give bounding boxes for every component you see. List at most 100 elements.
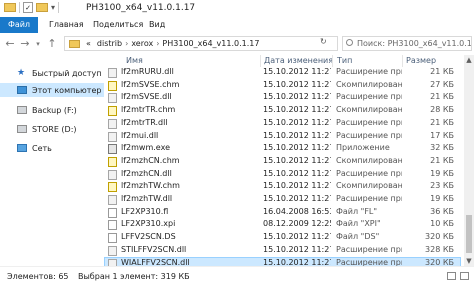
file-type: Файл "FL" — [336, 206, 378, 216]
file-name: lf2mzhCN.chm — [121, 155, 180, 165]
file-date: 15.10.2012 11:27 — [263, 130, 331, 140]
file-size: 21 КБ — [430, 92, 454, 102]
file-name: WIALFFV2SCN.dll — [121, 257, 190, 267]
dll-file-icon — [108, 131, 117, 142]
sidebar-item-this-pc[interactable]: Этот компьютер — [0, 83, 104, 97]
file-type: Расширение при... — [336, 67, 402, 76]
table-row[interactable]: lf2mzhTW.chm 15.10.2012 11:27 Скомпилирова… — [104, 180, 461, 193]
breadcrumb-overflow[interactable]: « — [83, 39, 94, 48]
file-type: Скомпилирован... — [336, 105, 402, 115]
sidebar-item-label: STORE (D:) — [32, 124, 77, 134]
quick-access-toolbar: ✓ ▾ — [4, 2, 60, 13]
scroll-up-arrow-icon[interactable]: ▲ — [464, 55, 474, 65]
up-arrow-icon[interactable]: ↑ — [46, 37, 58, 51]
column-header-type[interactable]: Тип — [337, 56, 352, 65]
sidebar-item-label: Сеть — [32, 143, 52, 153]
column-header-date[interactable]: Дата изменения — [264, 56, 333, 65]
table-row[interactable]: STILFFV2SCN.dll 15.10.2012 11:27 Расширени… — [104, 244, 461, 257]
file-date: 15.10.2012 11:27 — [263, 194, 331, 203]
help-file-icon — [108, 182, 117, 193]
file-size: 19 КБ — [430, 168, 454, 178]
file-name: lf2mui.dll — [121, 130, 159, 140]
table-row[interactable]: lf2mtrTR.chm 15.10.2012 11:27 Скомпилирова… — [104, 104, 461, 117]
file-date: 15.10.2012 11:27 — [263, 117, 331, 127]
file-date: 15.10.2012 11:27 — [263, 168, 331, 178]
file-name: lf2mzhCN.dll — [121, 168, 172, 178]
breadcrumb-xerox[interactable]: xerox — [128, 39, 156, 48]
breadcrumb-distrib[interactable]: distrib — [94, 39, 125, 48]
column-header-name[interactable]: Имя — [126, 56, 143, 65]
table-row[interactable]: lf2mzhTW.dll 15.10.2012 11:27 Расширение п… — [104, 193, 461, 206]
file-icon — [108, 233, 117, 244]
scrollbar-thumb[interactable] — [466, 215, 472, 253]
help-file-icon — [108, 106, 117, 117]
table-row[interactable]: WIALFFV2SCN.dll 15.10.2012 11:27 Расширени… — [104, 256, 461, 267]
table-row[interactable]: LF2XP310.fl 16.04.2008 16:53 Файл "FL" 36 К… — [104, 206, 461, 219]
table-row[interactable]: lf2mtrTR.dll 15.10.2012 11:27 Расширение п… — [104, 117, 461, 130]
table-row[interactable]: lf2mwm.exe 15.10.2012 11:27 Приложение 32 К… — [104, 142, 461, 155]
file-icon — [108, 220, 117, 231]
breadcrumb-current-folder[interactable]: PH3100_x64_v11.0.1.17 — [159, 39, 262, 48]
help-file-icon — [108, 156, 117, 167]
file-size: 21 КБ — [430, 155, 454, 165]
file-size: 19 КБ — [430, 194, 454, 203]
table-row[interactable]: lf2mzhCN.dll 15.10.2012 11:27 Расширение п… — [104, 168, 461, 181]
sidebar-item-store-d[interactable]: STORE (D:) — [0, 122, 104, 136]
search-input[interactable]: Поиск: PH3100_x64_v11.0.1.17 — [342, 36, 472, 51]
file-type: Расширение при... — [336, 117, 402, 127]
file-date: 15.10.2012 11:27 — [263, 244, 331, 254]
tab-view[interactable]: Вид — [142, 17, 172, 33]
file-type: Скомпилирован... — [336, 79, 402, 89]
file-name: STILFFV2SCN.dll — [121, 244, 187, 254]
table-row[interactable]: LF2XP310.xpi 08.12.2009 12:25 Файл "XPI" 10… — [104, 218, 461, 231]
address-toolbar: ← → ▾ ↑ « distrib › xerox › PH3100_x64_v… — [0, 33, 474, 56]
scroll-down-arrow-icon[interactable]: ▼ — [464, 256, 474, 266]
table-row[interactable]: lf2mui.dll 15.10.2012 11:27 Расширение при… — [104, 130, 461, 143]
dll-file-icon — [108, 195, 117, 205]
address-bar[interactable]: « distrib › xerox › PH3100_x64_v11.0.1.1… — [64, 36, 338, 51]
sidebar-item-quick-access[interactable]: ★ Быстрый доступ — [0, 66, 104, 80]
tab-file[interactable]: Файл — [0, 17, 38, 33]
file-size: 320 КБ — [425, 232, 454, 242]
new-folder-icon[interactable] — [36, 3, 48, 12]
customize-toolbar-icon[interactable]: ▾ — [51, 3, 55, 12]
dll-file-icon — [108, 169, 117, 180]
file-size: 17 КБ — [430, 130, 454, 140]
window-title: PH3100_x64_v11.0.1.17 — [86, 3, 196, 13]
application-icon — [108, 144, 117, 155]
sidebar-item-label: Этот компьютер — [32, 85, 102, 95]
file-date: 15.10.2012 11:27 — [263, 232, 331, 242]
file-type: Расширение при... — [336, 168, 402, 178]
table-row[interactable]: lf2mSVSE.chm 15.10.2012 11:27 Скомпилирова… — [104, 79, 461, 92]
back-arrow-icon[interactable]: ← — [4, 37, 16, 51]
ribbon-tabs: Файл Главная Поделиться Вид — [0, 17, 474, 34]
file-list: Имя Дата изменения Тип Размер lf2mRURU.d… — [104, 55, 464, 266]
properties-icon[interactable]: ✓ — [23, 2, 33, 13]
column-header-size[interactable]: Размер — [406, 56, 436, 65]
table-row[interactable]: lf2mSVSE.dll 15.10.2012 11:27 Расширение п… — [104, 91, 461, 104]
refresh-icon[interactable]: ↻ — [320, 37, 327, 46]
file-name: lf2mtrTR.chm — [121, 105, 176, 115]
table-row[interactable]: lf2mzhCN.chm 15.10.2012 11:27 Скомпилирова… — [104, 155, 461, 168]
details-view-icon[interactable] — [447, 272, 456, 280]
file-size: 23 КБ — [430, 181, 454, 191]
title-bar: ✓ ▾ PH3100_x64_v11.0.1.17 — [0, 0, 474, 17]
tab-home[interactable]: Главная — [42, 17, 91, 33]
file-name: lf2mRURU.dll — [121, 67, 174, 76]
file-type: Скомпилирован... — [336, 181, 402, 191]
navigation-pane: ★ Быстрый доступ Этот компьютер Backup (… — [0, 55, 104, 266]
table-row[interactable]: LFFV2SCN.DS 15.10.2012 11:27 Файл "DS" 320 … — [104, 231, 461, 244]
recent-locations-chevron-icon[interactable]: ▾ — [32, 37, 44, 51]
forward-arrow-icon[interactable]: → — [19, 37, 31, 51]
file-date: 15.10.2012 11:27 — [263, 79, 331, 89]
divider — [58, 2, 60, 13]
file-size: 27 КБ — [430, 79, 454, 89]
drive-icon — [17, 106, 27, 114]
vertical-scrollbar[interactable]: ▲ ▼ — [464, 55, 474, 266]
divider — [19, 2, 20, 13]
sidebar-item-backup-f[interactable]: Backup (F:) — [0, 103, 104, 117]
sidebar-item-network[interactable]: Сеть — [0, 141, 104, 155]
table-row[interactable]: lf2mRURU.dll 15.10.2012 11:27 Расширение п… — [104, 66, 461, 79]
large-icons-view-icon[interactable] — [460, 272, 469, 280]
tab-share[interactable]: Поделиться — [86, 17, 150, 33]
